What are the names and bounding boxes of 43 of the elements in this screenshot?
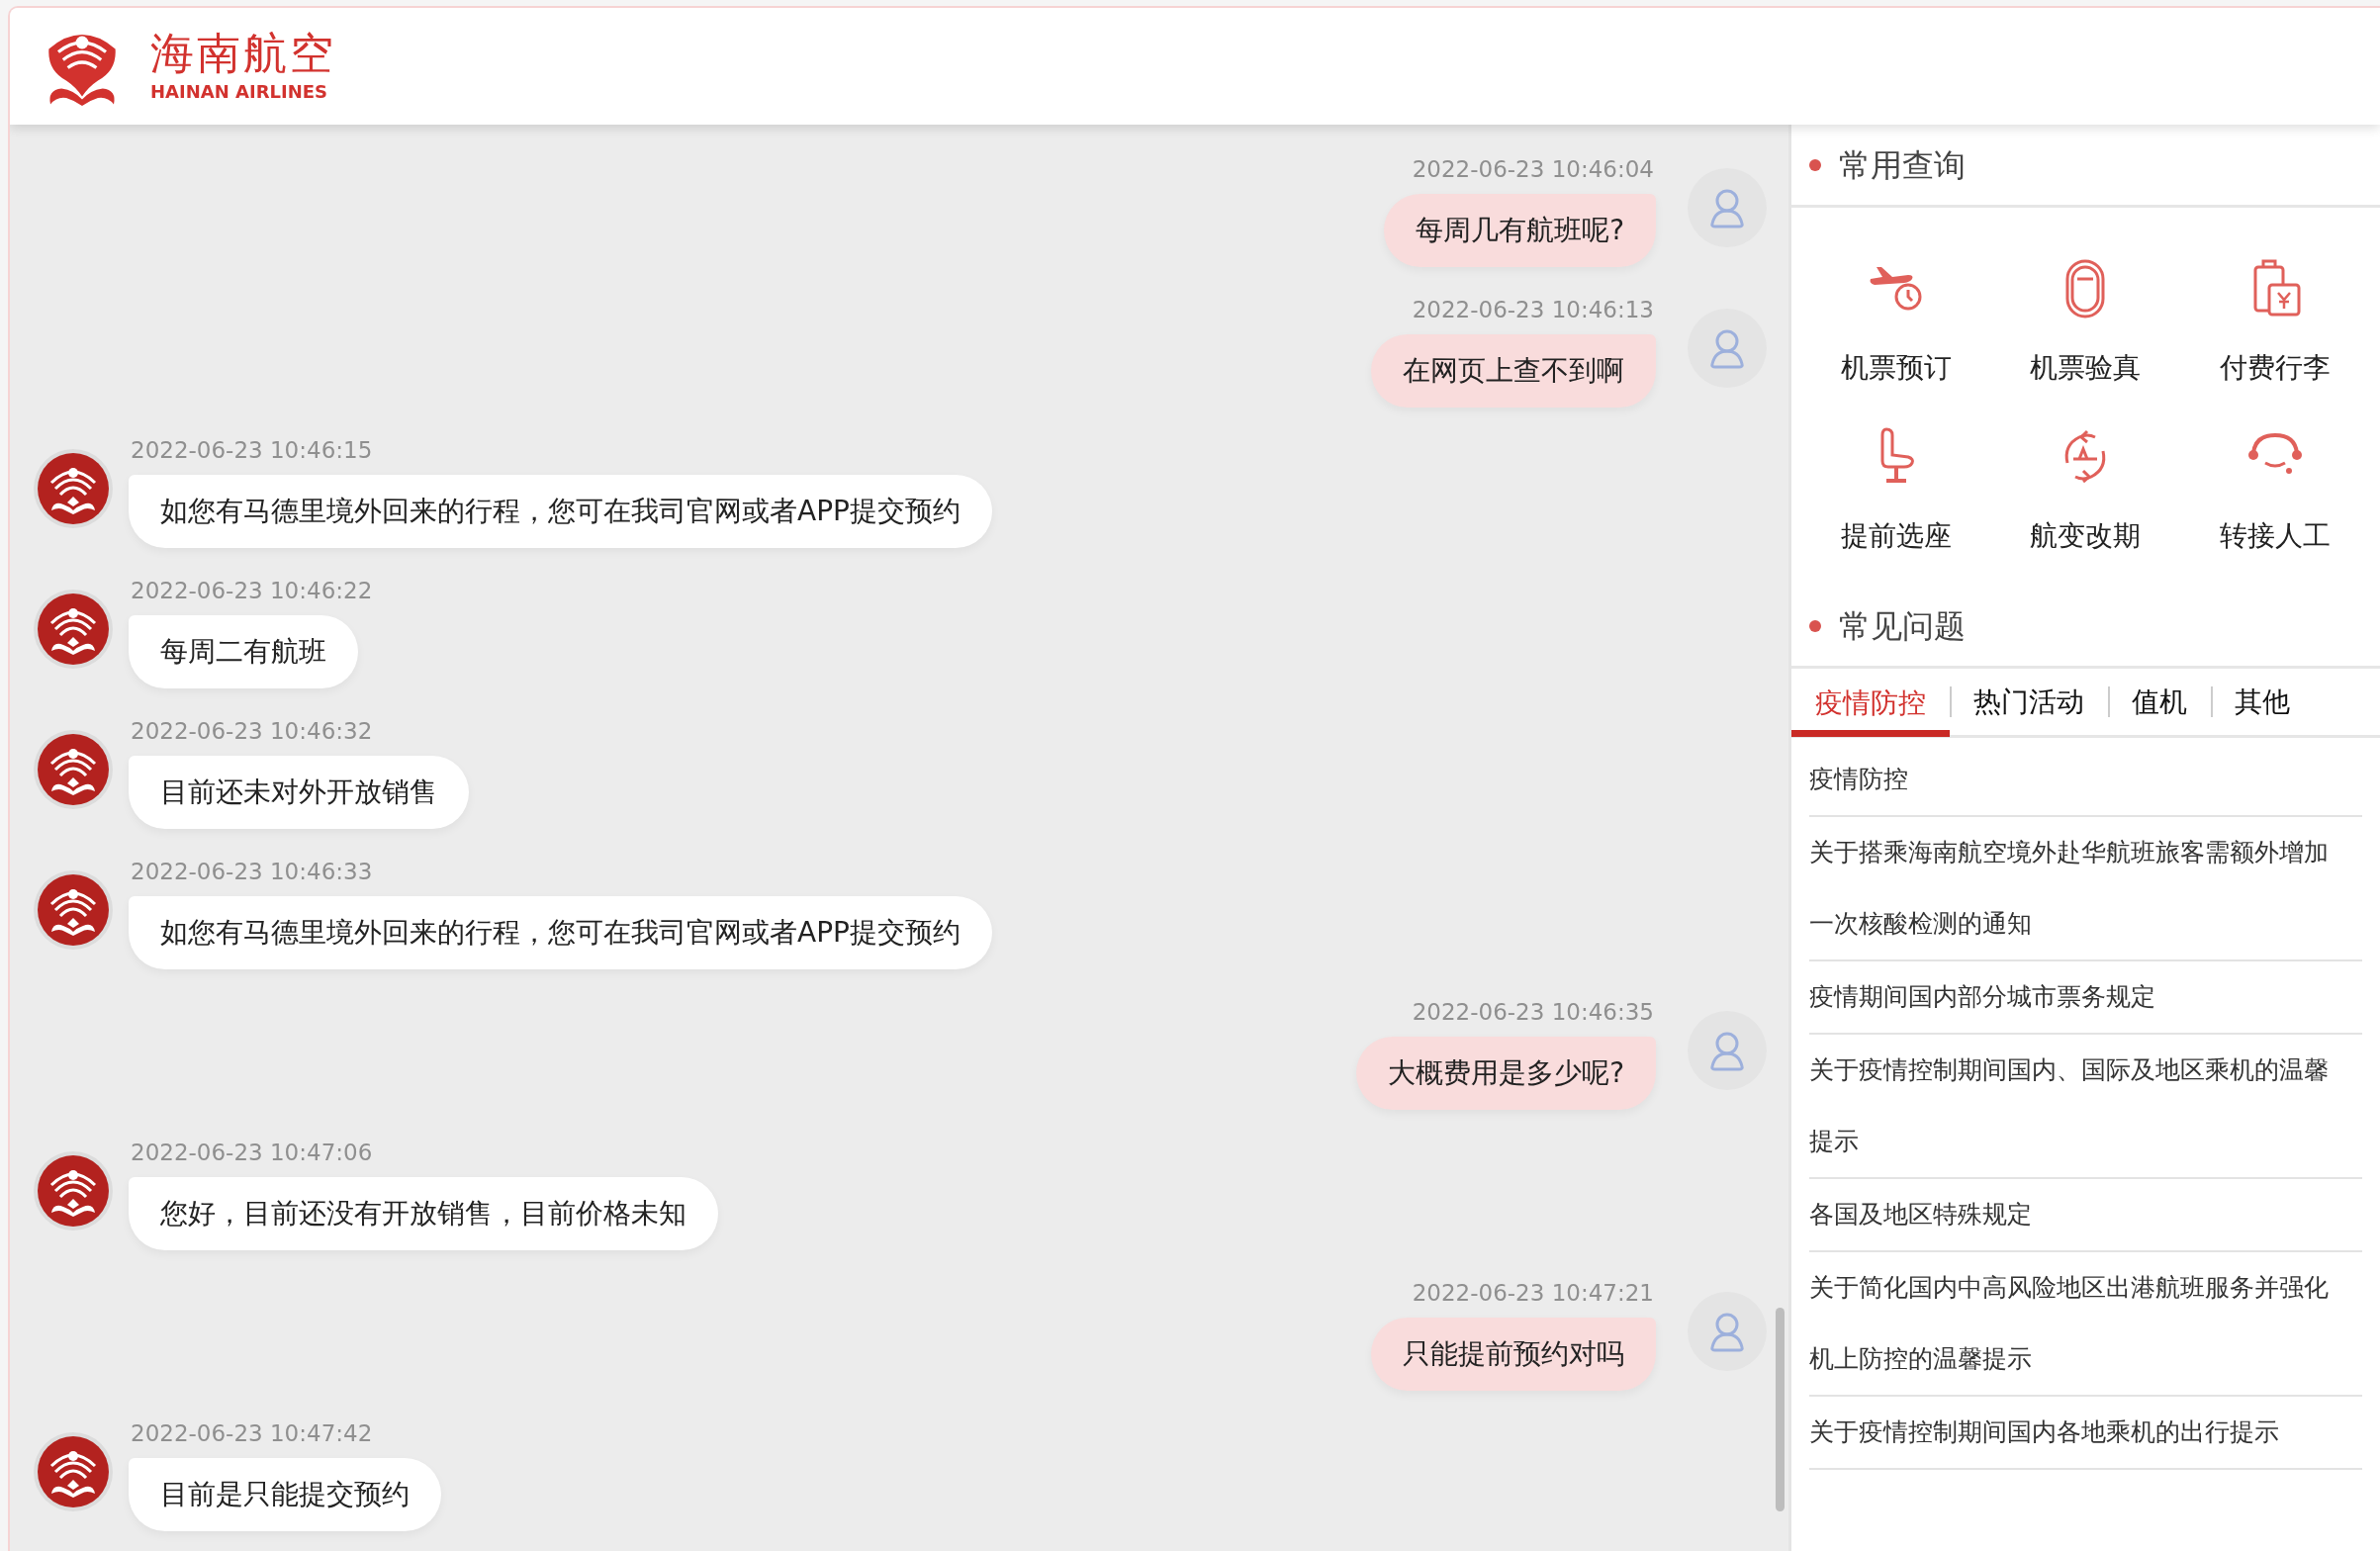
timestamp: 2022-06-23 10:46:04	[1412, 155, 1654, 184]
section-title: 常见问题	[1839, 605, 1966, 647]
message-bubble: 目前是只能提交预约	[129, 1458, 441, 1531]
message-bubble: 您好，目前还没有开放销售，目前价格未知	[129, 1177, 718, 1250]
faq-tab[interactable]: 其他	[2211, 669, 2314, 735]
quick-query-item[interactable]: 航变改期	[1990, 425, 2181, 554]
message-bubble: 每周几有航班呢?	[1384, 194, 1656, 267]
timestamp: 2022-06-23 10:46:22	[131, 577, 373, 605]
faq-tab[interactable]: 热门活动	[1950, 669, 2108, 735]
bullet-icon	[1809, 619, 1821, 632]
quick-query-item[interactable]: 机票预订	[1801, 257, 1991, 386]
timestamp: 2022-06-23 10:47:06	[131, 1139, 373, 1167]
faq-link[interactable]: 疫情期间国内部分城市票务规定	[1809, 961, 2362, 1035]
faq-link[interactable]: 关于疫情控制期间国内、国际及地区乘机的温馨提示	[1809, 1035, 2362, 1179]
quick-query-item[interactable]: 提前选座	[1801, 425, 1991, 554]
faq-link[interactable]: 关于疫情控制期间国内各地乘机的出行提示	[1809, 1397, 2362, 1470]
logo-title: 海南航空	[150, 32, 336, 75]
timestamp: 2022-06-23 10:46:33	[131, 858, 373, 886]
message-bubble: 在网页上查不到啊	[1371, 334, 1656, 408]
timestamp: 2022-06-23 10:47:42	[131, 1419, 373, 1448]
timestamp: 2022-06-23 10:46:15	[131, 436, 373, 465]
faq-link[interactable]: 疫情防控	[1809, 744, 2362, 817]
timestamp: 2022-06-23 10:46:13	[1412, 296, 1654, 324]
timestamp: 2022-06-23 10:47:21	[1412, 1279, 1654, 1308]
faq-tab[interactable]: 疫情防控	[1791, 670, 1950, 737]
message-bubble: 如您有马德里境外回来的行程，您可在我司官网或者APP提交预约	[129, 896, 992, 969]
message-bubble: 只能提前预约对吗	[1371, 1318, 1656, 1391]
section-title: 常用查询	[1839, 144, 1966, 186]
quick-query-item[interactable]: 付费行李	[2180, 257, 2370, 386]
bullet-icon	[1809, 158, 1821, 171]
faq-link[interactable]: 各国及地区特殊规定	[1809, 1179, 2362, 1252]
message-bubble: 目前还未对外开放销售	[129, 756, 469, 829]
timestamp: 2022-06-23 10:46:35	[1412, 998, 1654, 1027]
message-bubble: 大概费用是多少呢?	[1356, 1037, 1656, 1110]
timestamp: 2022-06-23 10:46:32	[131, 717, 373, 746]
faq-link[interactable]: 关于简化国内中高风险地区出港航班服务并强化机上防控的温馨提示	[1809, 1252, 2362, 1397]
quick-query-item[interactable]: 机票验真	[1990, 257, 2181, 386]
quick-query-item[interactable]: 转接人工	[2180, 425, 2370, 554]
faq-tab[interactable]: 值机	[2108, 669, 2211, 735]
logo-subtitle: HAINAN AIRLINES	[150, 83, 328, 101]
message-bubble: 如您有马德里境外回来的行程，您可在我司官网或者APP提交预约	[129, 475, 992, 548]
faq-link[interactable]: 关于搭乘海南航空境外赴华航班旅客需额外增加一次核酸检测的通知	[1809, 817, 2362, 961]
message-bubble: 每周二有航班	[129, 615, 358, 688]
